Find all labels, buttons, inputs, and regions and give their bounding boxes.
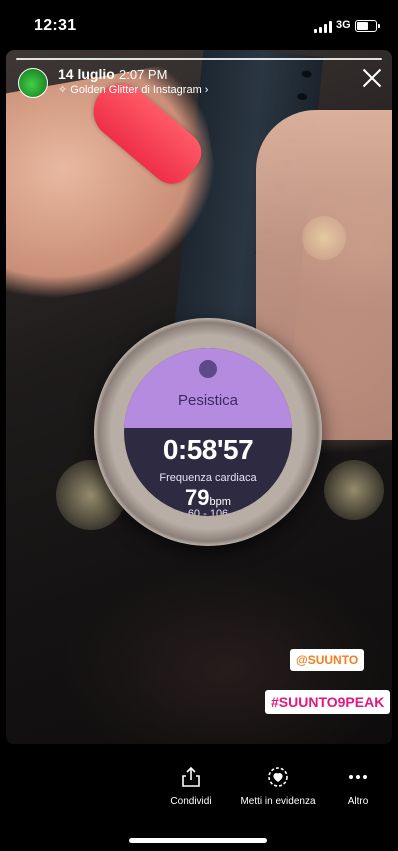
more-button[interactable]: Altro (340, 766, 376, 807)
story-date: 14 luglio (58, 66, 115, 82)
story-time: 2:07 PM (119, 67, 168, 82)
bokeh-light (302, 216, 346, 260)
signal-icon (314, 21, 332, 33)
watch-hr-label: Frequenza cardiaca (159, 472, 257, 484)
watch-hr-range: 60 - 106 (187, 508, 229, 516)
status-time: 12:31 (34, 17, 77, 34)
watch-screen: Pesistica 0:58'57 Frequenza cardiaca 79b… (124, 348, 292, 516)
more-icon (349, 775, 367, 779)
hashtag-sticker[interactable]: #SUUNTO9PEAK (265, 690, 391, 714)
watch-hr-unit: bpm (209, 496, 231, 508)
network-type: 3G (336, 19, 351, 31)
mention-sticker[interactable]: @SUUNTO (290, 649, 365, 671)
chevron-right-icon: › (204, 84, 209, 96)
story-toolbar: Condividi Metti in evidenza Altro (0, 744, 398, 851)
story-header: 14 luglio 2:07 PM ✧ Golden Glitter di In… (6, 50, 392, 110)
highlight-label: Metti in evidenza (240, 796, 316, 807)
share-button[interactable]: Condividi (163, 766, 219, 807)
filter-attribution[interactable]: ✧ Golden Glitter di Instagram › (58, 83, 208, 96)
story-media[interactable]: Pesistica 0:58'57 Frequenza cardiaca 79b… (6, 50, 392, 744)
heart-highlight-icon (268, 767, 288, 787)
share-icon (182, 766, 200, 787)
watch: Pesistica 0:58'57 Frequenza cardiaca 79b… (94, 318, 322, 546)
status-bar: 12:31 3G (0, 0, 398, 50)
share-label: Condividi (170, 796, 212, 807)
avatar[interactable] (18, 68, 48, 98)
watch-hr-number: 79 (185, 485, 210, 510)
filter-label: Golden Glitter di Instagram (70, 84, 202, 96)
highlight-button[interactable]: Metti in evidenza (230, 766, 326, 807)
home-indicator[interactable] (129, 838, 267, 843)
sparkle-icon: ✧ (58, 84, 68, 96)
workout-icon (199, 360, 217, 378)
close-icon[interactable] (360, 66, 384, 90)
more-label: Altro (347, 796, 369, 807)
battery-icon (355, 20, 380, 32)
watch-mode: Pesistica (177, 392, 239, 409)
bokeh-light (324, 460, 384, 520)
watch-elapsed-time: 0:58'57 (162, 434, 254, 465)
